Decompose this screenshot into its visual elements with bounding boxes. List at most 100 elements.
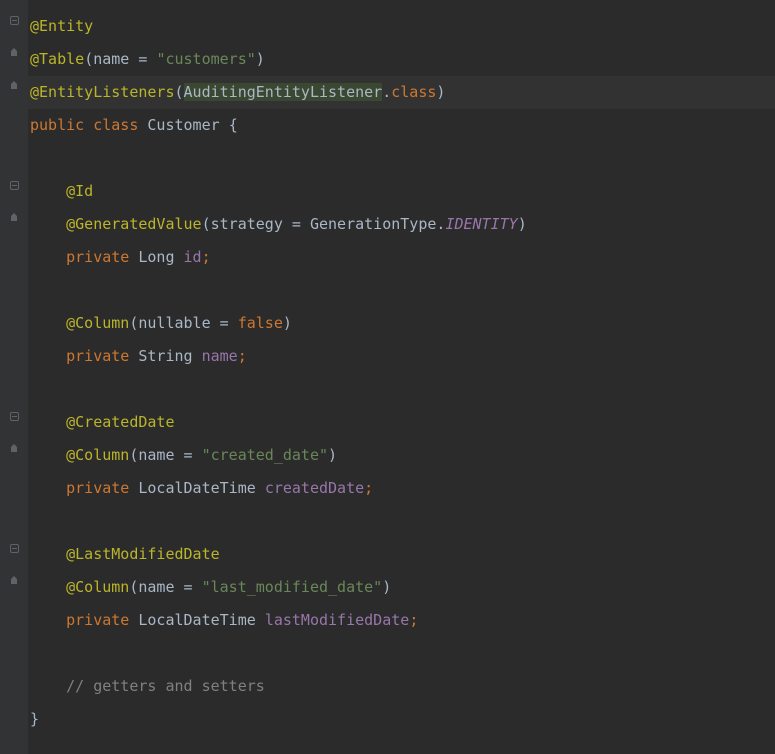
code-line[interactable]: private LocalDateTime createdDate; [30, 472, 775, 505]
type-ref: Long [138, 248, 183, 266]
keyword: class [391, 83, 436, 101]
editor-container: @Entity @Table(name = "customers") @Enti… [0, 0, 775, 754]
code-line[interactable]: @EntityListeners(AuditingEntityListener.… [30, 76, 775, 109]
code-line[interactable]: } [30, 703, 775, 736]
annotation: @GeneratedValue [66, 215, 201, 233]
fold-marker-icon[interactable] [8, 80, 20, 92]
indent [30, 347, 66, 365]
gutter [0, 0, 28, 754]
fold-marker-icon[interactable] [8, 443, 20, 455]
fold-marker-icon[interactable] [8, 542, 20, 554]
keyword: public [30, 116, 93, 134]
param-name: name [93, 50, 129, 68]
type-ref: GenerationType [310, 215, 436, 233]
indent [30, 677, 66, 695]
annotation: @Column [66, 446, 129, 464]
punct: = [211, 314, 238, 332]
punct: = [175, 578, 202, 596]
field-name: name [202, 347, 238, 365]
code-line[interactable]: private Long id; [30, 241, 775, 274]
keyword: false [238, 314, 283, 332]
annotation: @Column [66, 314, 129, 332]
field-name: id [184, 248, 202, 266]
punct: ( [84, 50, 93, 68]
fold-marker-icon[interactable] [8, 410, 20, 422]
code-line[interactable] [30, 505, 775, 538]
annotation: @Table [30, 50, 84, 68]
punct: = [129, 50, 156, 68]
param-name: strategy [211, 215, 283, 233]
fold-marker-icon[interactable] [8, 212, 20, 224]
code-line[interactable]: private LocalDateTime lastModifiedDate; [30, 604, 775, 637]
punct: ; [202, 248, 211, 266]
annotation: @LastModifiedDate [66, 545, 220, 563]
classname: Customer [147, 116, 228, 134]
keyword: private [66, 479, 138, 497]
keyword: private [66, 611, 138, 629]
code-line[interactable]: @Entity [30, 10, 775, 43]
code-line[interactable]: @Column(name = "created_date") [30, 439, 775, 472]
annotation: @Id [66, 182, 93, 200]
param-name: name [138, 446, 174, 464]
code-line[interactable]: @Id [30, 175, 775, 208]
code-line[interactable]: @CreatedDate [30, 406, 775, 439]
indent [30, 578, 66, 596]
annotation: @EntityListeners [30, 83, 175, 101]
punct: ) [283, 314, 292, 332]
indent [30, 314, 66, 332]
code-area[interactable]: @Entity @Table(name = "customers") @Enti… [28, 0, 775, 754]
type-ref: LocalDateTime [138, 479, 264, 497]
punct: ; [409, 611, 418, 629]
indent [30, 248, 66, 266]
indent [30, 413, 66, 431]
comment: // getters and setters [66, 677, 265, 695]
fold-marker-icon[interactable] [8, 47, 20, 59]
code-line[interactable]: public class Customer { [30, 109, 775, 142]
type-ref: LocalDateTime [138, 611, 264, 629]
punct: ( [202, 215, 211, 233]
code-line[interactable]: // getters and setters [30, 670, 775, 703]
annotation: @CreatedDate [66, 413, 174, 431]
param-name: name [138, 578, 174, 596]
indent [30, 611, 66, 629]
field-name: lastModifiedDate [265, 611, 410, 629]
punct: ( [175, 83, 184, 101]
fold-marker-icon[interactable] [8, 14, 20, 26]
constant: IDENTITY [445, 215, 517, 233]
code-line[interactable]: @LastModifiedDate [30, 538, 775, 571]
string-literal: "customers" [156, 50, 255, 68]
code-line[interactable]: @Column(nullable = false) [30, 307, 775, 340]
annotation: @Entity [30, 17, 93, 35]
indent [30, 545, 66, 563]
fold-marker-icon[interactable] [8, 575, 20, 587]
string-literal: "last_modified_date" [202, 578, 383, 596]
punct: . [382, 83, 391, 101]
code-line[interactable] [30, 373, 775, 406]
punct: ) [256, 50, 265, 68]
punct: } [30, 710, 39, 728]
highlighted-identifier: AuditingEntityListener [184, 83, 383, 101]
code-line[interactable] [30, 637, 775, 670]
annotation: @Column [66, 578, 129, 596]
code-line[interactable]: @Column(name = "last_modified_date") [30, 571, 775, 604]
punct: ; [238, 347, 247, 365]
code-line[interactable]: @Table(name = "customers") [30, 43, 775, 76]
code-line[interactable]: private String name; [30, 340, 775, 373]
indent [30, 446, 66, 464]
code-line[interactable]: @GeneratedValue(strategy = GenerationTyp… [30, 208, 775, 241]
punct: ) [436, 83, 445, 101]
param-name: nullable [138, 314, 210, 332]
keyword: private [66, 248, 138, 266]
keyword: class [93, 116, 147, 134]
punct: = [283, 215, 310, 233]
indent [30, 479, 66, 497]
fold-marker-icon[interactable] [8, 179, 20, 191]
punct: = [175, 446, 202, 464]
type-ref: String [138, 347, 201, 365]
code-line[interactable] [30, 274, 775, 307]
punct: ) [518, 215, 527, 233]
code-line[interactable] [30, 142, 775, 175]
keyword: private [66, 347, 138, 365]
punct: ) [382, 578, 391, 596]
punct: { [229, 116, 238, 134]
